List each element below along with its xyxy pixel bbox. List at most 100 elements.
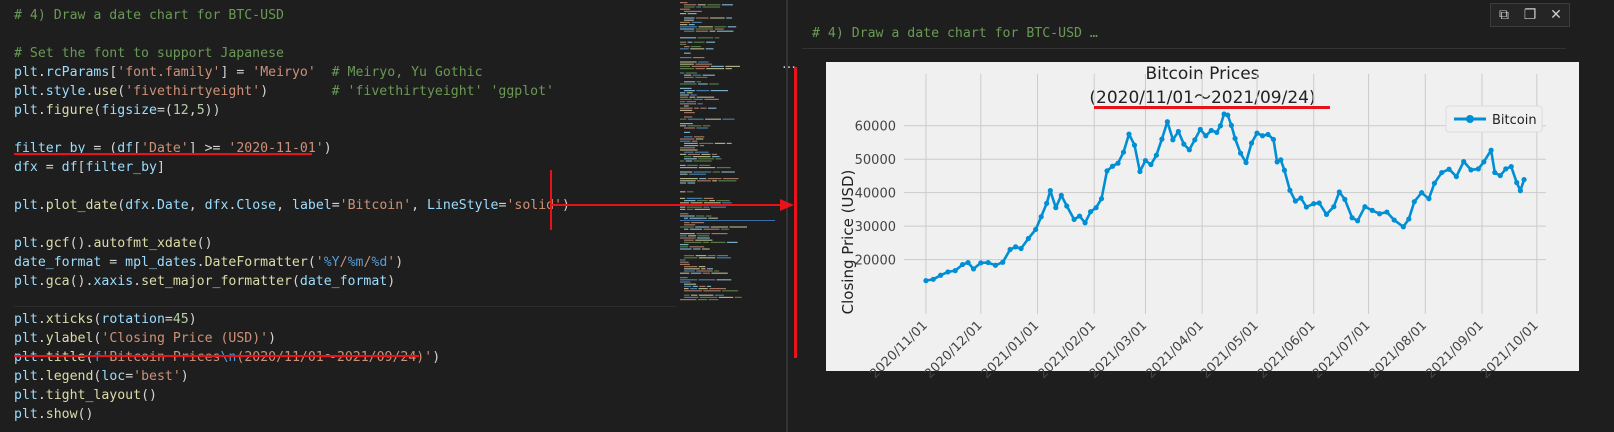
open-output-button[interactable]: ❐ xyxy=(1517,4,1543,26)
code-line[interactable] xyxy=(14,215,570,234)
minimap-line xyxy=(684,112,695,114)
minimap-line xyxy=(686,191,694,193)
data-point xyxy=(1287,187,1293,193)
code-line[interactable]: plt.title(f'Bitcoin Prices\n(2020/11/01～… xyxy=(14,348,570,367)
data-point xyxy=(1278,157,1284,163)
code-line[interactable] xyxy=(14,291,570,310)
minimap[interactable] xyxy=(680,0,775,432)
minimap-line xyxy=(711,272,728,274)
code-line[interactable]: plt.show() xyxy=(14,405,570,424)
code-token: =( xyxy=(156,103,173,118)
code-line[interactable]: plt.gcf().autofmt_xdate() xyxy=(14,234,570,253)
minimap-line xyxy=(695,30,709,32)
code-line[interactable]: plt.xticks(rotation=45) xyxy=(14,310,570,329)
minimap-line xyxy=(707,178,722,180)
code-token: \n xyxy=(220,350,237,365)
code-line[interactable]: plt.figure(figsize=(12,5)) xyxy=(14,101,570,120)
code-line[interactable]: plt.tight_layout() xyxy=(14,386,570,405)
cell-title[interactable]: # 4) Draw a date chart for BTC-USD … xyxy=(812,26,1098,41)
minimap-line xyxy=(684,52,691,54)
code-token: . xyxy=(37,274,46,289)
minimap-line xyxy=(680,178,698,180)
data-point xyxy=(930,276,936,282)
data-point xyxy=(1481,159,1487,165)
code-token: . xyxy=(37,103,46,118)
data-point xyxy=(1362,204,1368,210)
code-line[interactable]: plt.plot_date(dfx.Date, dfx.Close, label… xyxy=(14,196,570,215)
code-token: style xyxy=(45,84,86,99)
code-lines[interactable]: # 4) Draw a date chart for BTC-USD # Set … xyxy=(14,6,570,424)
minimap-line xyxy=(698,279,716,281)
minimap-line xyxy=(680,123,693,125)
code-line[interactable] xyxy=(14,177,570,196)
code-token: ) xyxy=(180,369,189,384)
code-line[interactable]: filter_by = (df['Date'] >= '2020-11-01') xyxy=(14,139,570,158)
minimap-line xyxy=(698,83,708,85)
code-token: ' xyxy=(315,255,324,270)
data-point xyxy=(1018,245,1024,252)
code-token: = xyxy=(164,312,173,327)
code-line[interactable]: plt.gca().xaxis.set_major_formatter(date… xyxy=(14,272,570,291)
code-token: autofmt_xdate xyxy=(93,236,197,251)
minimap-line xyxy=(710,226,728,228)
code-line[interactable]: plt.rcParams['font.family'] = 'Meiryo' #… xyxy=(14,63,570,82)
data-point xyxy=(1514,180,1520,186)
data-point xyxy=(1120,149,1127,155)
minimap-line xyxy=(684,6,695,8)
code-editor[interactable]: # 4) Draw a date chart for BTC-USD # Set … xyxy=(0,0,680,432)
minimap-line xyxy=(698,294,714,296)
code-token: 'Closing Price (USD)' xyxy=(101,331,269,346)
code-token: 'fivethirtyeight' xyxy=(125,84,261,99)
minimap-line xyxy=(680,8,690,10)
minimap-line xyxy=(692,74,702,76)
minimap-line xyxy=(680,72,685,74)
minimap-line xyxy=(718,296,734,298)
data-point xyxy=(1164,119,1170,125)
code-token: ) xyxy=(268,331,277,346)
minimap-line xyxy=(721,228,730,230)
data-point xyxy=(952,268,958,274)
minimap-line xyxy=(680,68,695,70)
code-line[interactable]: # Set the font to support Japanese xyxy=(14,44,570,63)
close-output-button[interactable]: ✕ xyxy=(1543,4,1569,26)
minimap-line xyxy=(714,37,720,39)
code-line[interactable]: dfx = df[filter_by] xyxy=(14,158,570,177)
data-point xyxy=(978,260,984,266)
minimap-line xyxy=(698,61,709,63)
minimap-line xyxy=(702,125,711,127)
minimap-line xyxy=(680,215,695,217)
minimap-line xyxy=(680,96,688,98)
code-line[interactable]: plt.ylabel('Closing Price (USD)') xyxy=(14,329,570,348)
code-token: . xyxy=(133,274,142,289)
minimap-line xyxy=(684,19,694,21)
code-token: plt xyxy=(14,84,38,99)
code-line[interactable]: plt.legend(loc='best') xyxy=(14,367,570,386)
minimap-line xyxy=(699,296,718,298)
code-token: figsize xyxy=(101,103,157,118)
code-line[interactable]: date_format = mpl_dates.DateFormatter('%… xyxy=(14,253,570,272)
minimap-line xyxy=(690,94,697,96)
data-point xyxy=(1426,196,1432,202)
code-token: plt xyxy=(14,350,38,365)
code-token: filter_by xyxy=(85,160,157,175)
data-point xyxy=(1468,167,1474,173)
data-point xyxy=(923,278,929,284)
minimap-line xyxy=(688,173,706,175)
data-point xyxy=(1012,244,1019,250)
code-line[interactable] xyxy=(14,25,570,44)
minimap-line xyxy=(707,4,721,6)
minimap-line xyxy=(680,272,690,274)
minimap-line xyxy=(696,81,702,83)
data-point xyxy=(1265,131,1271,138)
code-token: mpl_dates xyxy=(125,255,197,270)
code-token: . xyxy=(37,331,46,346)
code-line[interactable] xyxy=(14,120,570,139)
minimap-line xyxy=(696,17,709,19)
code-line[interactable]: plt.style.use('fivethirtyeight') # 'five… xyxy=(14,82,570,101)
code-line[interactable]: # 4) Draw a date chart for BTC-USD xyxy=(14,6,570,25)
data-point xyxy=(1303,204,1309,210)
data-point xyxy=(1492,169,1498,176)
minimap-line xyxy=(703,197,714,199)
copy-output-button[interactable]: ⧉ xyxy=(1491,4,1517,26)
minimap-line xyxy=(680,259,686,261)
